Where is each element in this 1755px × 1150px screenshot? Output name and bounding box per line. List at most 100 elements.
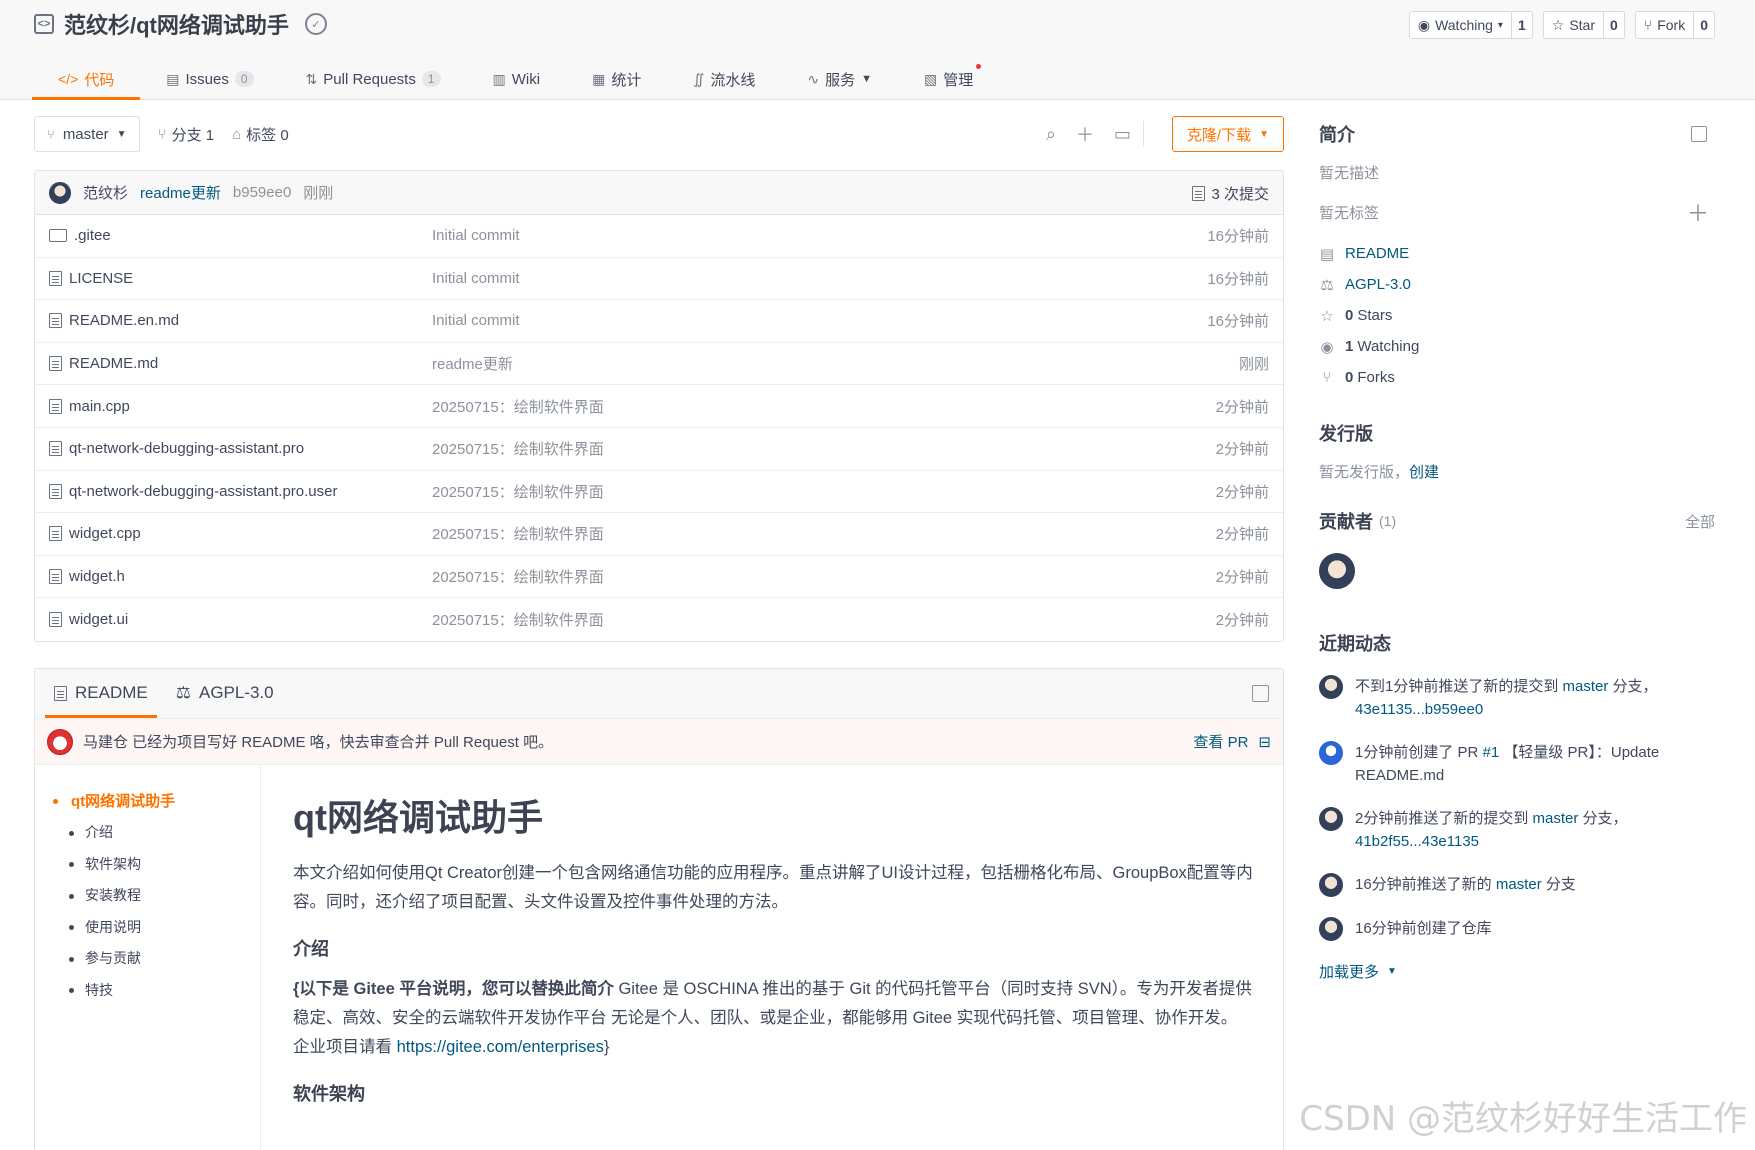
pr-count-badge: 1 <box>421 71 441 87</box>
table-row[interactable]: README.en.md Initial commit 16分钟前 <box>35 300 1283 343</box>
tab-services[interactable]: ∿ 服务 ▼ <box>781 58 898 100</box>
avatar[interactable] <box>1319 873 1343 897</box>
tab-wiki[interactable]: ▥ Wiki <box>467 58 567 100</box>
search-icon[interactable]: ⌕ <box>1046 124 1056 145</box>
tab-stats[interactable]: ▦ 统计 <box>566 58 667 100</box>
file-commit-message[interactable]: 20250715：绘制软件界面 <box>432 438 604 459</box>
toc-item[interactable]: 安装教程 <box>51 880 260 912</box>
avatar[interactable] <box>1319 553 1355 589</box>
add-tag-icon[interactable]: ＋ <box>1687 196 1709 228</box>
license-link[interactable]: AGPL-3.0 <box>1345 276 1411 293</box>
plus-icon[interactable]: ＋ <box>1076 121 1094 147</box>
branch-icon: ⑂ <box>157 125 167 143</box>
commit-message[interactable]: readme更新 <box>140 182 221 203</box>
file-commit-message[interactable]: 20250715：绘制软件界面 <box>432 566 604 587</box>
toc-item[interactable]: 参与贡献 <box>51 943 260 975</box>
view-pr-link[interactable]: 查看 PR ⊟ <box>1193 731 1271 752</box>
file-name-link[interactable]: README.en.md <box>49 312 179 329</box>
tab-license[interactable]: ⚖ AGPL-3.0 <box>167 668 283 718</box>
file-commit-message[interactable]: Initial commit <box>432 270 520 287</box>
table-row[interactable]: widget.cpp 20250715：绘制软件界面 2分钟前 <box>35 513 1283 556</box>
file-commit-message[interactable]: readme更新 <box>432 353 513 374</box>
tab-readme[interactable]: README <box>45 668 157 718</box>
file-commit-message[interactable]: 20250715：绘制软件界面 <box>432 396 604 417</box>
commits-icon <box>1192 185 1206 201</box>
file-name-link[interactable]: qt-network-debugging-assistant.pro.user <box>49 483 337 500</box>
avatar[interactable] <box>1319 917 1343 941</box>
edit-icon[interactable] <box>1252 685 1269 702</box>
activity-text: 2分钟前推送了新的提交到 master 分支，41b2f55...43e1135 <box>1355 810 1628 850</box>
commit-hash[interactable]: b959ee0 <box>233 184 291 201</box>
file-commit-message[interactable]: Initial commit <box>432 227 520 244</box>
file-name-link[interactable]: widget.ui <box>49 611 128 628</box>
table-row[interactable]: main.cpp 20250715：绘制软件界面 2分钟前 <box>35 385 1283 428</box>
tab-issues[interactable]: ▤ Issues 0 <box>140 58 279 100</box>
commit-count-link[interactable]: 3 次提交 <box>1192 171 1269 215</box>
table-row[interactable]: widget.ui 20250715：绘制软件界面 2分钟前 <box>35 598 1283 641</box>
avatar[interactable] <box>1319 675 1343 699</box>
tags-link[interactable]: ⌂ 标签 0 <box>232 124 289 145</box>
toc-item[interactable]: 软件架构 <box>51 848 260 880</box>
file-icon <box>49 569 62 585</box>
tab-pipeline[interactable]: ∬ 流水线 <box>667 58 781 100</box>
clone-download-button[interactable]: 克隆/下载 ▼ <box>1171 116 1284 152</box>
file-name-link[interactable]: README.md <box>49 355 158 372</box>
file-commit-message[interactable]: Initial commit <box>432 312 520 329</box>
branches-link[interactable]: ⑂ 分支 1 <box>158 124 215 145</box>
watch-count[interactable]: 1 <box>1512 12 1532 38</box>
repo-name-link[interactable]: 范纹杉/qt网络调试助手 <box>64 8 289 40</box>
table-row[interactable]: qt-network-debugging-assistant.pro.user 2… <box>35 471 1283 514</box>
star-button[interactable]: ☆ Star 0 <box>1542 11 1625 39</box>
file-commit-time: 2分钟前 <box>1215 398 1269 416</box>
avatar[interactable] <box>1319 741 1343 765</box>
tab-code[interactable]: </> 代码 <box>32 58 141 100</box>
table-row[interactable]: qt-network-debugging-assistant.pro 202507… <box>35 428 1283 471</box>
file-commit-message[interactable]: 20250715：绘制软件界面 <box>432 481 604 502</box>
file-name-link[interactable]: .gitee <box>49 227 111 244</box>
avatar[interactable] <box>1319 807 1343 831</box>
pulse-icon: ∿ <box>807 70 820 87</box>
readme-link[interactable]: README <box>1345 245 1409 262</box>
web-ide-icon[interactable]: ▭ <box>1114 124 1131 145</box>
avatar[interactable] <box>49 181 71 204</box>
toc-item[interactable]: 介绍 <box>51 817 260 849</box>
file-name-link[interactable]: main.cpp <box>49 398 130 415</box>
file-name-link[interactable]: widget.cpp <box>49 525 141 542</box>
file-name-link[interactable]: LICENSE <box>49 270 133 287</box>
enterprise-link[interactable]: https://gitee.com/enterprises <box>397 1038 604 1056</box>
table-row[interactable]: LICENSE Initial commit 16分钟前 <box>35 258 1283 301</box>
stat-stars[interactable]: ☆ 0 Stars <box>1319 300 1715 331</box>
star-count[interactable]: 0 <box>1604 12 1624 38</box>
commit-author[interactable]: 范纹杉 <box>83 182 128 203</box>
watch-button[interactable]: ◉ Watching ▾ 1 <box>1408 11 1533 39</box>
readme-pr-notice: 马建仓 已经为项目写好 README 咯，快去审查合并 Pull Request… <box>35 719 1283 765</box>
table-row[interactable]: .gitee Initial commit 16分钟前 <box>35 215 1283 258</box>
stat-watching[interactable]: ◉ 1 Watching <box>1319 331 1715 362</box>
file-commit-message[interactable]: 20250715：绘制软件界面 <box>432 523 604 544</box>
tab-pull-requests[interactable]: ⇅ Pull Requests 1 <box>280 58 467 100</box>
file-commit-message[interactable]: 20250715：绘制软件界面 <box>432 609 604 630</box>
toc-item[interactable]: 特技 <box>51 974 260 1006</box>
code-repo-icon: <> <box>34 14 54 34</box>
fork-count[interactable]: 0 <box>1694 12 1714 38</box>
recommend-badge-icon[interactable]: ✓ <box>304 13 327 35</box>
edit-icon[interactable] <box>1691 126 1707 142</box>
release-heading: 发行版 <box>1319 424 1373 444</box>
activity-heading: 近期动态 <box>1319 634 1391 654</box>
table-row[interactable]: widget.h 20250715：绘制软件界面 2分钟前 <box>35 556 1283 599</box>
stat-readme: ▤ README <box>1319 238 1715 269</box>
table-row[interactable]: README.md readme更新 刚刚 <box>35 343 1283 386</box>
all-contributors-link[interactable]: 全部 <box>1685 511 1715 532</box>
load-more-button[interactable]: 加载更多 ▼ <box>1319 961 1715 982</box>
fork-button[interactable]: ⑂ Fork 0 <box>1634 11 1715 39</box>
toc-item[interactable]: 使用说明 <box>51 911 260 943</box>
toc-item[interactable]: qt网络调试助手 <box>51 785 260 817</box>
tab-manage[interactable]: ▧ 管理 <box>898 58 999 100</box>
stat-forks[interactable]: ⑂ 0 Forks <box>1319 362 1715 393</box>
create-release-link[interactable]: 创建 <box>1409 461 1439 482</box>
file-name-link[interactable]: qt-network-debugging-assistant.pro <box>49 440 304 457</box>
branch-select[interactable]: ⑂ master ▼ <box>34 116 140 152</box>
file-name-link[interactable]: widget.h <box>49 568 125 585</box>
pr-notice-text: 马建仓 已经为项目写好 README 咯，快去审查合并 Pull Request… <box>83 734 554 751</box>
repo-title-bar: <> 范纹杉/qt网络调试助手 ✓ <box>34 8 327 40</box>
